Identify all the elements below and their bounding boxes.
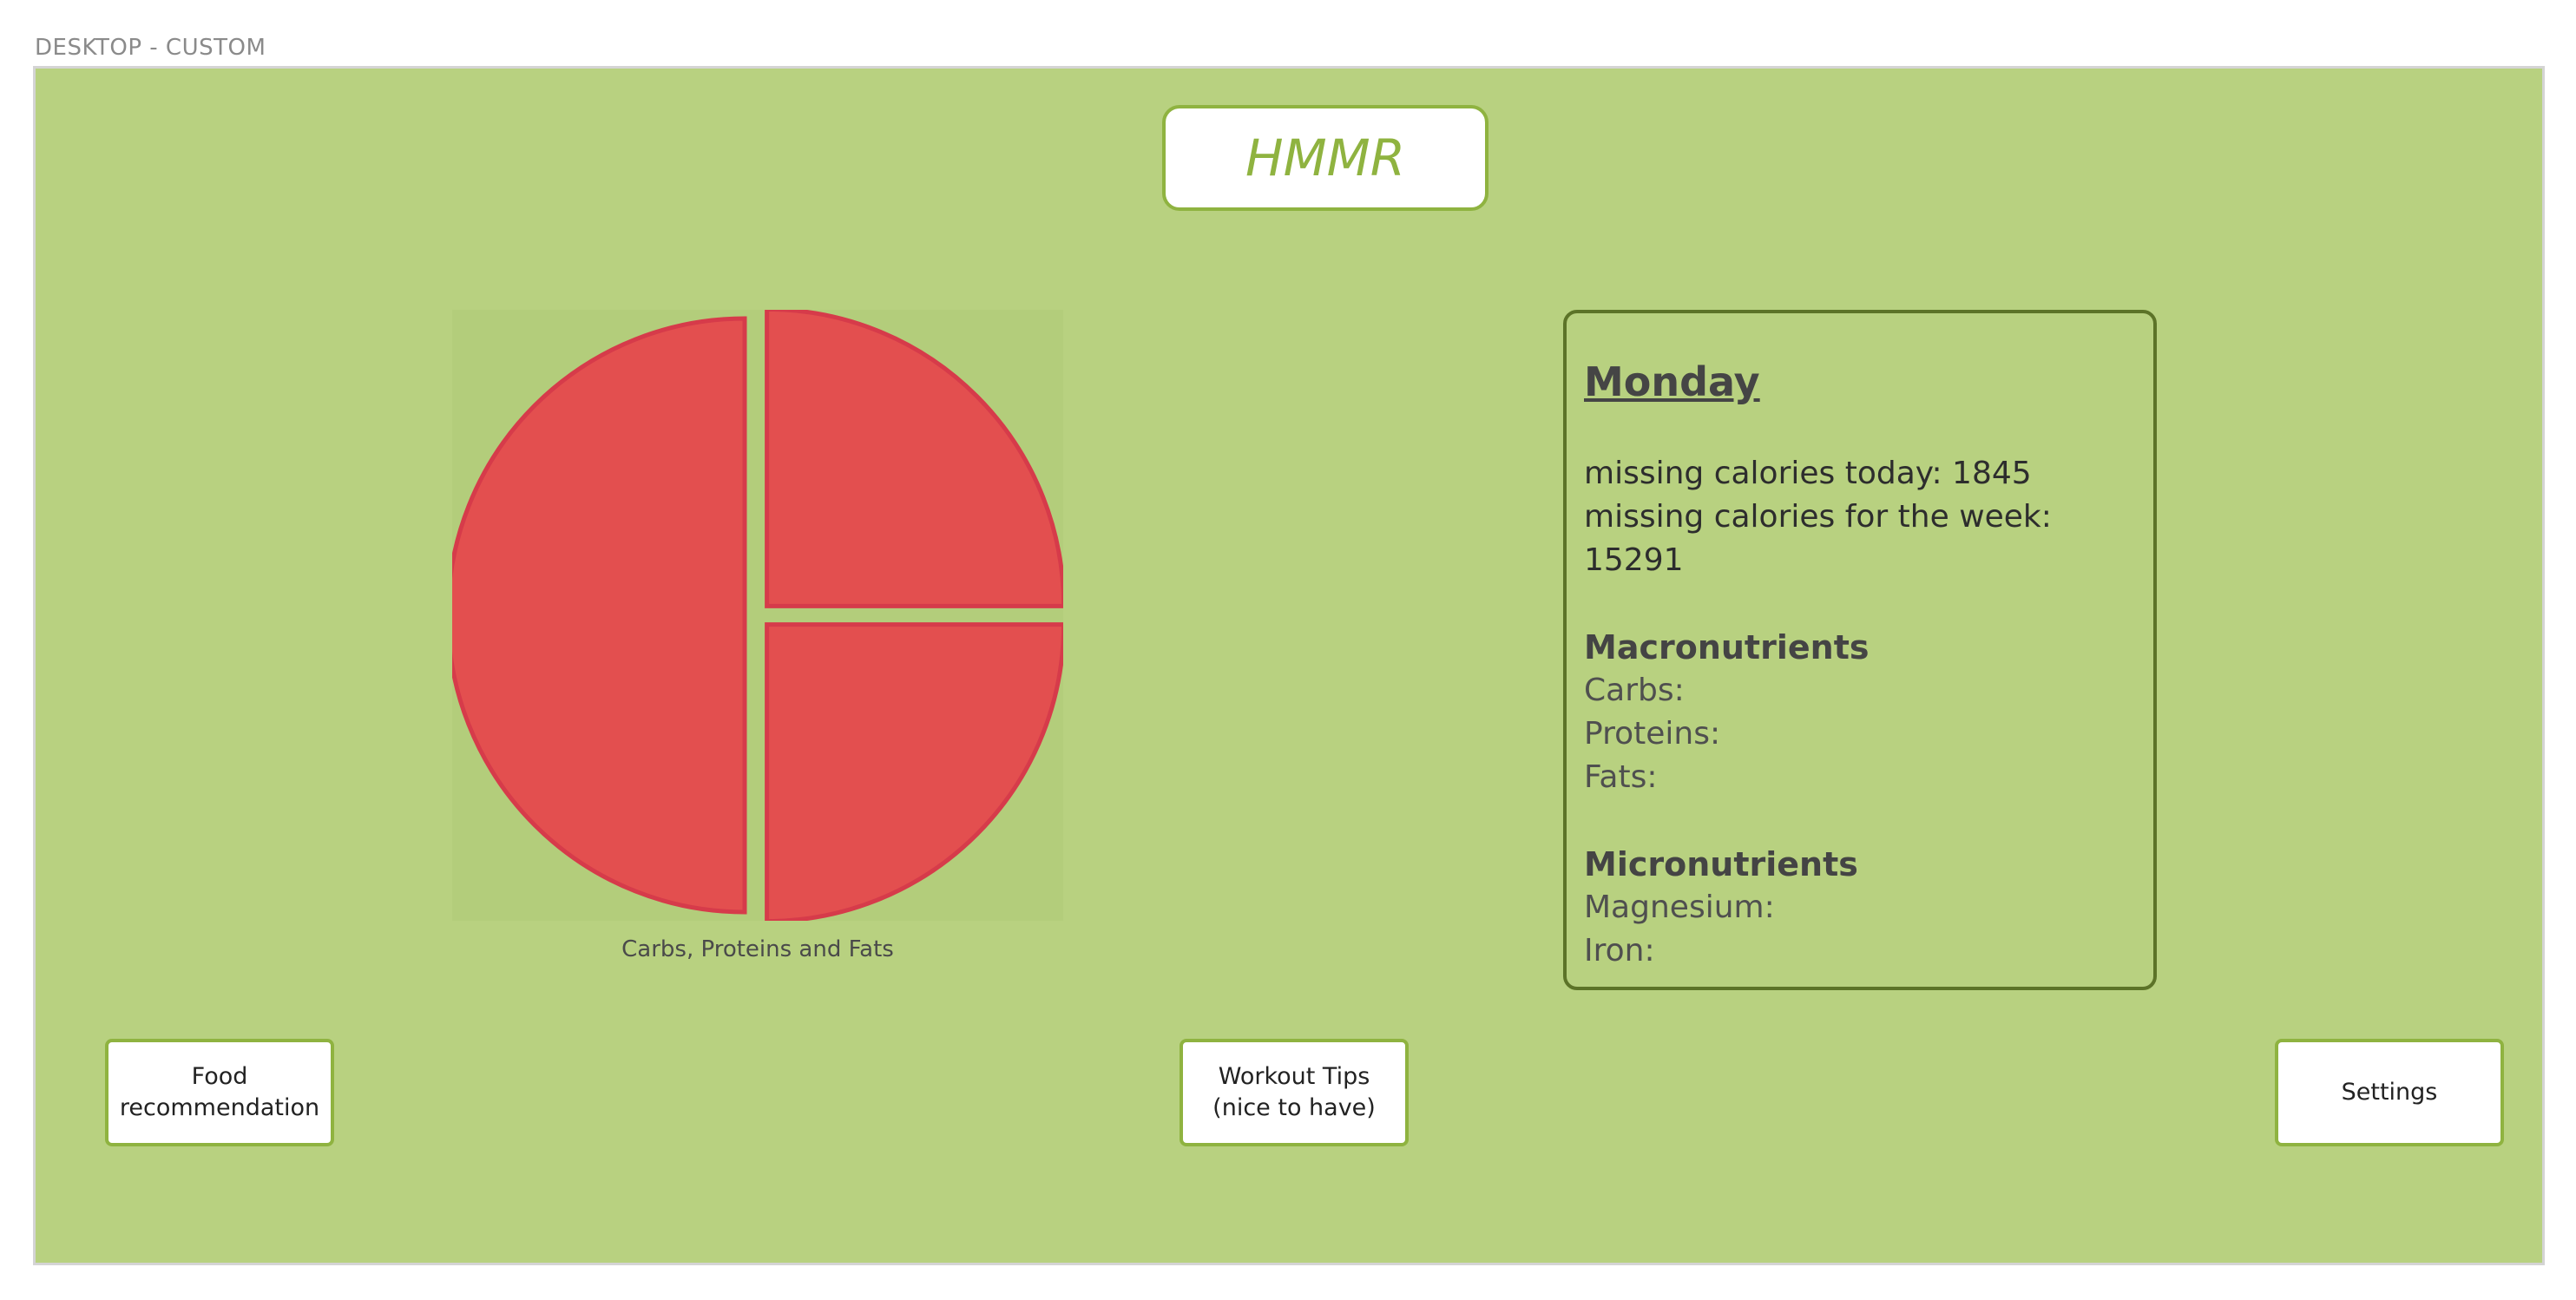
food-recommendation-button[interactable]: Food recommendation — [105, 1039, 334, 1146]
daily-summary-card: Monday missing calories today: 1845 miss… — [1563, 310, 2157, 990]
pie-slice-2 — [765, 622, 1067, 924]
missing-calories-today: missing calories today: 1845 — [1584, 456, 2032, 491]
macro-pie-chart — [445, 306, 1067, 924]
pie-slice-1 — [445, 316, 747, 915]
magnesium-label: Magnesium: — [1584, 890, 1775, 925]
chart-caption: Carbs, Proteins and Fats — [621, 936, 894, 962]
micronutrients-heading: Micronutrients — [1584, 845, 1858, 883]
fats-label: Fats: — [1584, 759, 1658, 795]
pie-chart-svg — [445, 306, 1067, 924]
proteins-label: Proteins: — [1584, 716, 1721, 752]
macronutrients-heading: Macronutrients — [1584, 628, 1870, 666]
pie-slice-3 — [765, 306, 1067, 608]
settings-button[interactable]: Settings — [2275, 1039, 2504, 1146]
carbs-label: Carbs: — [1584, 673, 1685, 708]
desktop-frame: HMMR Carbs, Proteins and Fats Monday mis… — [33, 66, 2545, 1265]
workout-tips-button[interactable]: Workout Tips (nice to have) — [1180, 1039, 1409, 1146]
logo-box: HMMR — [1162, 105, 1488, 211]
day-title: Monday — [1584, 358, 1760, 405]
frame-label: DESKTOP - CUSTOM — [35, 35, 266, 61]
iron-label: Iron: — [1584, 933, 1655, 968]
app-logo: HMMR — [1245, 128, 1405, 187]
missing-calories-week: missing calories for the week: 15291 — [1584, 499, 2052, 578]
